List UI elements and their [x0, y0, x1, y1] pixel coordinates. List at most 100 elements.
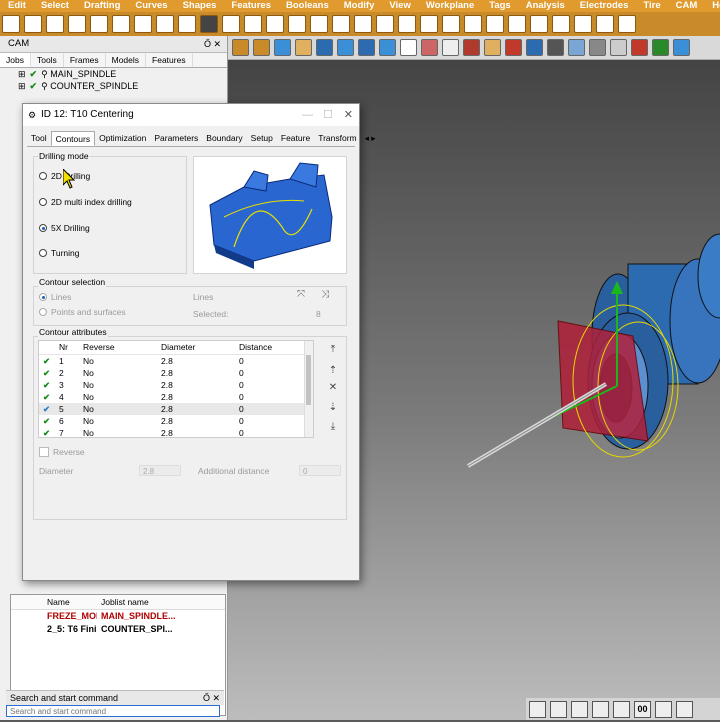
additional-distance-input[interactable]: 0 — [299, 465, 341, 476]
curve-icon[interactable] — [400, 39, 417, 56]
select-lines-icon[interactable]: ⤧ — [297, 289, 305, 300]
workplane-icon[interactable] — [354, 15, 372, 33]
sphere-icon[interactable] — [589, 39, 606, 56]
table-row[interactable]: FREZE_MODEL MAIN_SPINDLE... — [11, 610, 225, 623]
box-icon[interactable] — [232, 39, 249, 56]
checkmark-icon[interactable]: ✔ — [39, 391, 53, 403]
tab-transform[interactable]: Transform — [314, 131, 360, 146]
move-down-icon[interactable]: ⇣ — [327, 402, 339, 414]
tab-optimization[interactable]: Optimization — [95, 131, 150, 146]
settings-icon[interactable] — [618, 15, 636, 33]
refresh-icon[interactable] — [274, 39, 291, 56]
menu-curves[interactable]: Curves — [127, 0, 174, 12]
boolean-icon[interactable] — [244, 15, 262, 33]
tab-tools[interactable]: Tools — [31, 53, 64, 67]
checkmark-icon[interactable]: ✔ — [39, 379, 53, 391]
tab-feature[interactable]: Feature — [277, 131, 314, 146]
table-row[interactable]: 2_5: T6 Finish T... COUNTER_SPI... — [11, 623, 225, 636]
tab-scroll-arrows[interactable]: ◂ ▸ — [361, 131, 380, 146]
panel-controls[interactable]: Ő ✕ — [204, 36, 221, 52]
menu-edit[interactable]: Edit — [0, 0, 33, 12]
cube-icon[interactable] — [46, 15, 64, 33]
tire-icon[interactable] — [508, 15, 526, 33]
line-icon[interactable] — [463, 39, 480, 56]
tab-tool[interactable]: Tool — [27, 131, 51, 146]
brush-icon[interactable] — [676, 700, 693, 718]
cut-icon[interactable] — [505, 39, 522, 56]
cam-icon[interactable] — [530, 15, 548, 33]
render-icon[interactable] — [673, 39, 690, 56]
dimension-icon[interactable] — [376, 15, 394, 33]
column-diameter[interactable]: Diameter — [161, 341, 239, 354]
view-icon[interactable] — [288, 15, 306, 33]
column-name[interactable]: Name — [11, 595, 97, 609]
sweep-icon[interactable] — [134, 15, 152, 33]
menu-select[interactable]: Select — [33, 0, 76, 12]
red-square-icon[interactable] — [442, 15, 460, 33]
radio-2d-multi-index[interactable]: 2D multi index drilling — [39, 197, 132, 207]
column-joblist[interactable]: Joblist name — [97, 595, 225, 609]
select-add-icon[interactable]: ⤨ — [321, 289, 329, 300]
modify-icon[interactable] — [266, 15, 284, 33]
help-icon[interactable] — [398, 15, 416, 33]
pan-icon[interactable] — [592, 700, 609, 718]
view-icon[interactable] — [310, 15, 328, 33]
surface-icon[interactable] — [568, 39, 585, 56]
electrode-icon[interactable] — [486, 15, 504, 33]
tree-item-main-spindle[interactable]: ⊞ ✔ ⚲ MAIN_SPINDLE — [0, 68, 227, 80]
grid-icon[interactable] — [655, 700, 672, 718]
reverse-checkbox[interactable]: Reverse — [39, 447, 85, 457]
fillet-icon[interactable] — [358, 39, 375, 56]
cube-icon[interactable] — [526, 39, 543, 56]
menu-drafting[interactable]: Drafting — [76, 0, 127, 12]
shape-icon[interactable] — [2, 15, 20, 33]
surface-icon[interactable] — [379, 39, 396, 56]
tab-parameters[interactable]: Parameters — [150, 131, 202, 146]
table-row[interactable]: ✔ 1 No 2.8 0 — [39, 355, 313, 367]
tab-features[interactable]: Features — [146, 53, 193, 67]
box-icon[interactable] — [112, 15, 130, 33]
expand-icon[interactable]: ⊞ — [18, 69, 26, 79]
radio-turning[interactable]: Turning — [39, 248, 80, 258]
zoom-icon[interactable] — [613, 700, 630, 718]
measure-icon[interactable] — [421, 39, 438, 56]
checkmark-icon[interactable]: ✔ — [39, 355, 53, 367]
tab-models[interactable]: Models — [106, 53, 147, 67]
table-row[interactable]: ✔ 2 No 2.8 0 — [39, 367, 313, 379]
checkmark-icon[interactable]: ✔ — [39, 415, 53, 427]
menu-features[interactable]: Features — [223, 0, 278, 12]
tab-setup[interactable]: Setup — [247, 131, 277, 146]
tab-jobs[interactable]: Jobs — [0, 53, 31, 67]
menu-cam[interactable]: CAM — [668, 0, 705, 12]
solid-icon[interactable] — [90, 15, 108, 33]
sphere-icon[interactable] — [316, 39, 333, 56]
help-icon[interactable] — [574, 15, 592, 33]
table-scrollbar[interactable] — [304, 341, 313, 437]
pin-icon[interactable] — [596, 15, 614, 33]
tab-boundary[interactable]: Boundary — [202, 131, 246, 146]
checkmark-icon[interactable] — [420, 15, 438, 33]
zoom-button[interactable]: 00 — [634, 700, 651, 718]
move-up-icon[interactable]: ⇡ — [327, 365, 339, 377]
checkmark-icon[interactable]: ✔ — [39, 403, 53, 415]
column-nr[interactable]: Nr — [53, 341, 83, 354]
column-distance[interactable]: Distance — [239, 341, 299, 354]
render-icon[interactable] — [332, 15, 350, 33]
menu-tire[interactable]: Tire — [635, 0, 667, 12]
chamfer-icon[interactable] — [547, 39, 564, 56]
globe-icon[interactable] — [529, 700, 546, 718]
gear-icon[interactable] — [295, 39, 312, 56]
checkmark-icon[interactable]: ✔ — [39, 367, 53, 379]
expand-icon[interactable]: ⊞ — [18, 81, 26, 91]
arc-icon[interactable] — [442, 39, 459, 56]
scrollbar-thumb[interactable] — [306, 355, 311, 405]
tab-frames[interactable]: Frames — [64, 53, 106, 67]
panel-controls[interactable]: Ő ✕ — [203, 691, 220, 705]
menu-help[interactable]: Help — [704, 0, 720, 12]
chamfer-icon[interactable] — [200, 15, 218, 33]
box-icon[interactable] — [253, 39, 270, 56]
tree-item-counter-spindle[interactable]: ⊞ ✔ ⚲ COUNTER_SPINDLE — [0, 80, 227, 92]
minimize-button[interactable]: — — [302, 104, 313, 126]
trim-icon[interactable] — [631, 39, 648, 56]
cylinder-icon[interactable] — [156, 15, 174, 33]
